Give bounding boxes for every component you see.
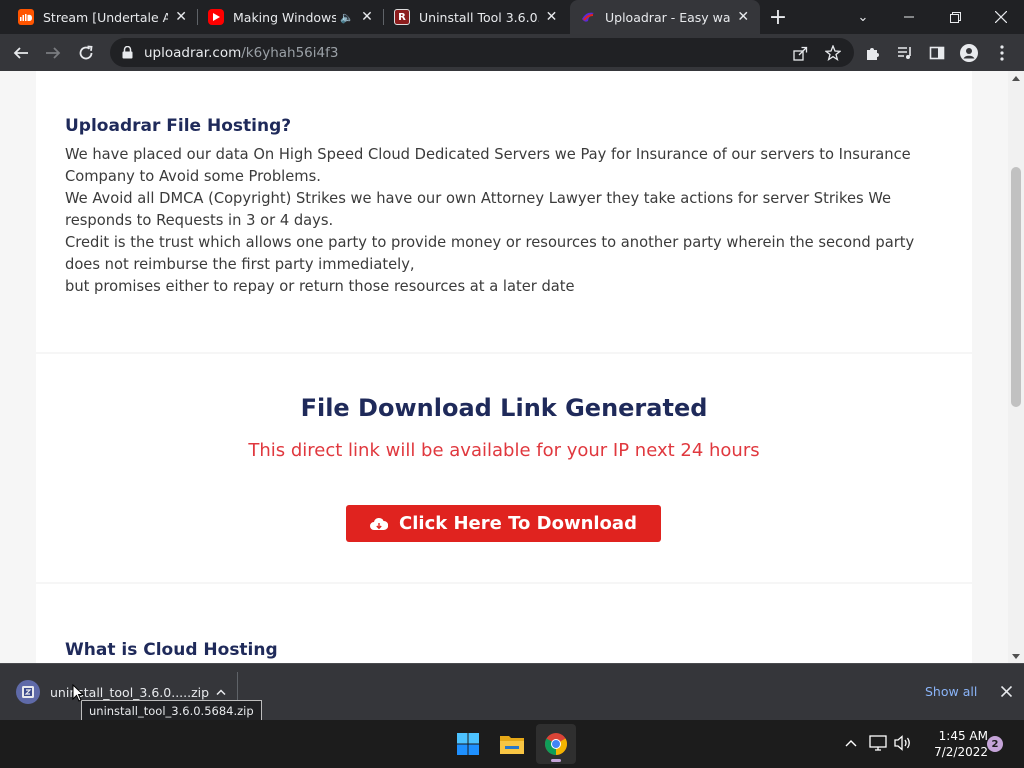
download-button[interactable]: Click Here To Download [346, 505, 661, 542]
show-hidden-icons-chevron-icon[interactable] [841, 733, 861, 753]
info-line: Credit is the trust which allows one par… [65, 234, 915, 273]
close-window-button[interactable] [978, 0, 1024, 34]
profile-avatar-icon[interactable] [956, 40, 982, 66]
clock-date: 7/2/2022 [934, 745, 988, 759]
start-button[interactable] [448, 724, 488, 764]
file-explorer-button[interactable] [492, 724, 532, 764]
chrome-icon [545, 733, 567, 755]
clock-time: 1:45 AM [938, 729, 988, 743]
zip-file-icon [16, 680, 40, 704]
info-heading: Uploadrar File Hosting? [65, 116, 292, 136]
tab-youtube[interactable]: Making Windows 1 🔈 ✕ [198, 0, 384, 34]
tab-uninstall-tool[interactable]: R Uninstall Tool 3.6.0.568 ✕ [384, 0, 568, 34]
info-line: We Avoid all DMCA (Copyright) Strikes we… [65, 190, 892, 229]
download-options-caret-icon[interactable] [213, 684, 229, 700]
volume-icon[interactable] [893, 733, 913, 753]
info-card: Uploadrar File Hosting? We have placed o… [36, 71, 972, 352]
address-bar[interactable]: uploadrar.com/k6yhah56i4f3 [110, 38, 854, 67]
tab-title: Making Windows 1 [233, 9, 337, 25]
close-shelf-icon[interactable] [996, 681, 1016, 701]
menu-kebab-icon[interactable] [989, 40, 1015, 66]
cloud-heading: What is Cloud Hosting [65, 640, 278, 660]
new-tab-button[interactable]: + [766, 5, 790, 30]
url-path: /k6yhah56i4f3 [241, 44, 339, 61]
close-tab-icon[interactable]: ✕ [545, 9, 558, 25]
uploadrar-icon [580, 9, 596, 25]
system-clock[interactable]: 1:45 AM 7/2/2022 [918, 728, 988, 760]
close-tab-icon[interactable]: ✕ [174, 9, 188, 25]
side-panel-icon[interactable] [924, 40, 950, 66]
active-app-indicator [551, 759, 561, 762]
windows-taskbar: 1:45 AM 7/2/2022 [0, 720, 1024, 768]
extensions-puzzle-icon[interactable] [860, 40, 886, 66]
forward-button[interactable] [40, 40, 66, 66]
scroll-down-arrow-icon[interactable] [1008, 649, 1024, 663]
close-tab-icon[interactable]: ✕ [360, 9, 374, 25]
tab-search-icon[interactable]: ⌄ [840, 0, 886, 34]
download-subtitle: This direct link will be available for y… [248, 440, 760, 461]
page-scrollbar[interactable] [1008, 71, 1024, 663]
url-host: uploadrar.com [144, 44, 242, 61]
tab-title: Uninstall Tool 3.6.0.568 [419, 9, 539, 25]
info-text: We have placed our data On High Speed Cl… [65, 144, 945, 298]
tab-uploadrar[interactable]: Uploadrar - Easy way to ✕ [570, 0, 760, 34]
download-button-label: Click Here To Download [399, 513, 637, 534]
download-tooltip: uninstall_tool_3.6.0.5684.zip [81, 700, 262, 722]
close-tab-icon[interactable]: ✕ [737, 9, 750, 25]
cloud-card: What is Cloud Hosting [36, 584, 972, 663]
lock-icon[interactable] [120, 46, 134, 60]
reload-button[interactable] [73, 40, 99, 66]
media-controls-icon[interactable] [892, 40, 918, 66]
audio-playing-icon[interactable]: 🔈 [340, 11, 354, 24]
info-line: but promises either to repay or return t… [65, 278, 575, 295]
download-title: File Download Link Generated [300, 394, 708, 422]
youtube-icon [208, 9, 224, 25]
uninstall-tool-icon: R [394, 9, 410, 25]
tab-soundcloud[interactable]: Stream [Undertale AU - ✕ [8, 0, 198, 34]
tab-strip: Stream [Undertale AU - ✕ Making Windows … [0, 0, 1024, 34]
browser-toolbar: uploadrar.com/k6yhah56i4f3 [0, 34, 1024, 71]
bookmark-star-icon[interactable] [825, 45, 841, 61]
notification-badge[interactable]: 2 [987, 736, 1003, 752]
scrollbar-thumb[interactable] [1011, 167, 1021, 407]
back-button[interactable] [8, 40, 34, 66]
page-viewport: Uploadrar File Hosting? We have placed o… [0, 71, 1008, 663]
minimize-button[interactable] [886, 0, 932, 34]
chrome-taskbar-button[interactable] [536, 724, 576, 764]
download-card: File Download Link Generated This direct… [36, 354, 972, 582]
network-icon[interactable] [868, 733, 888, 753]
folder-icon [500, 736, 524, 754]
show-all-downloads-link[interactable]: Show all [925, 684, 977, 699]
tab-title: Uploadrar - Easy way to [605, 9, 731, 25]
info-line: We have placed our data On High Speed Cl… [65, 146, 911, 185]
cloud-download-icon [370, 517, 389, 530]
windows-logo-icon [457, 733, 479, 755]
mouse-cursor-icon [72, 684, 84, 702]
tab-title: Stream [Undertale AU - [43, 9, 169, 25]
soundcloud-icon [18, 9, 34, 25]
restore-button[interactable] [932, 0, 978, 34]
scroll-up-arrow-icon[interactable] [1008, 71, 1024, 85]
share-icon[interactable] [792, 45, 808, 61]
